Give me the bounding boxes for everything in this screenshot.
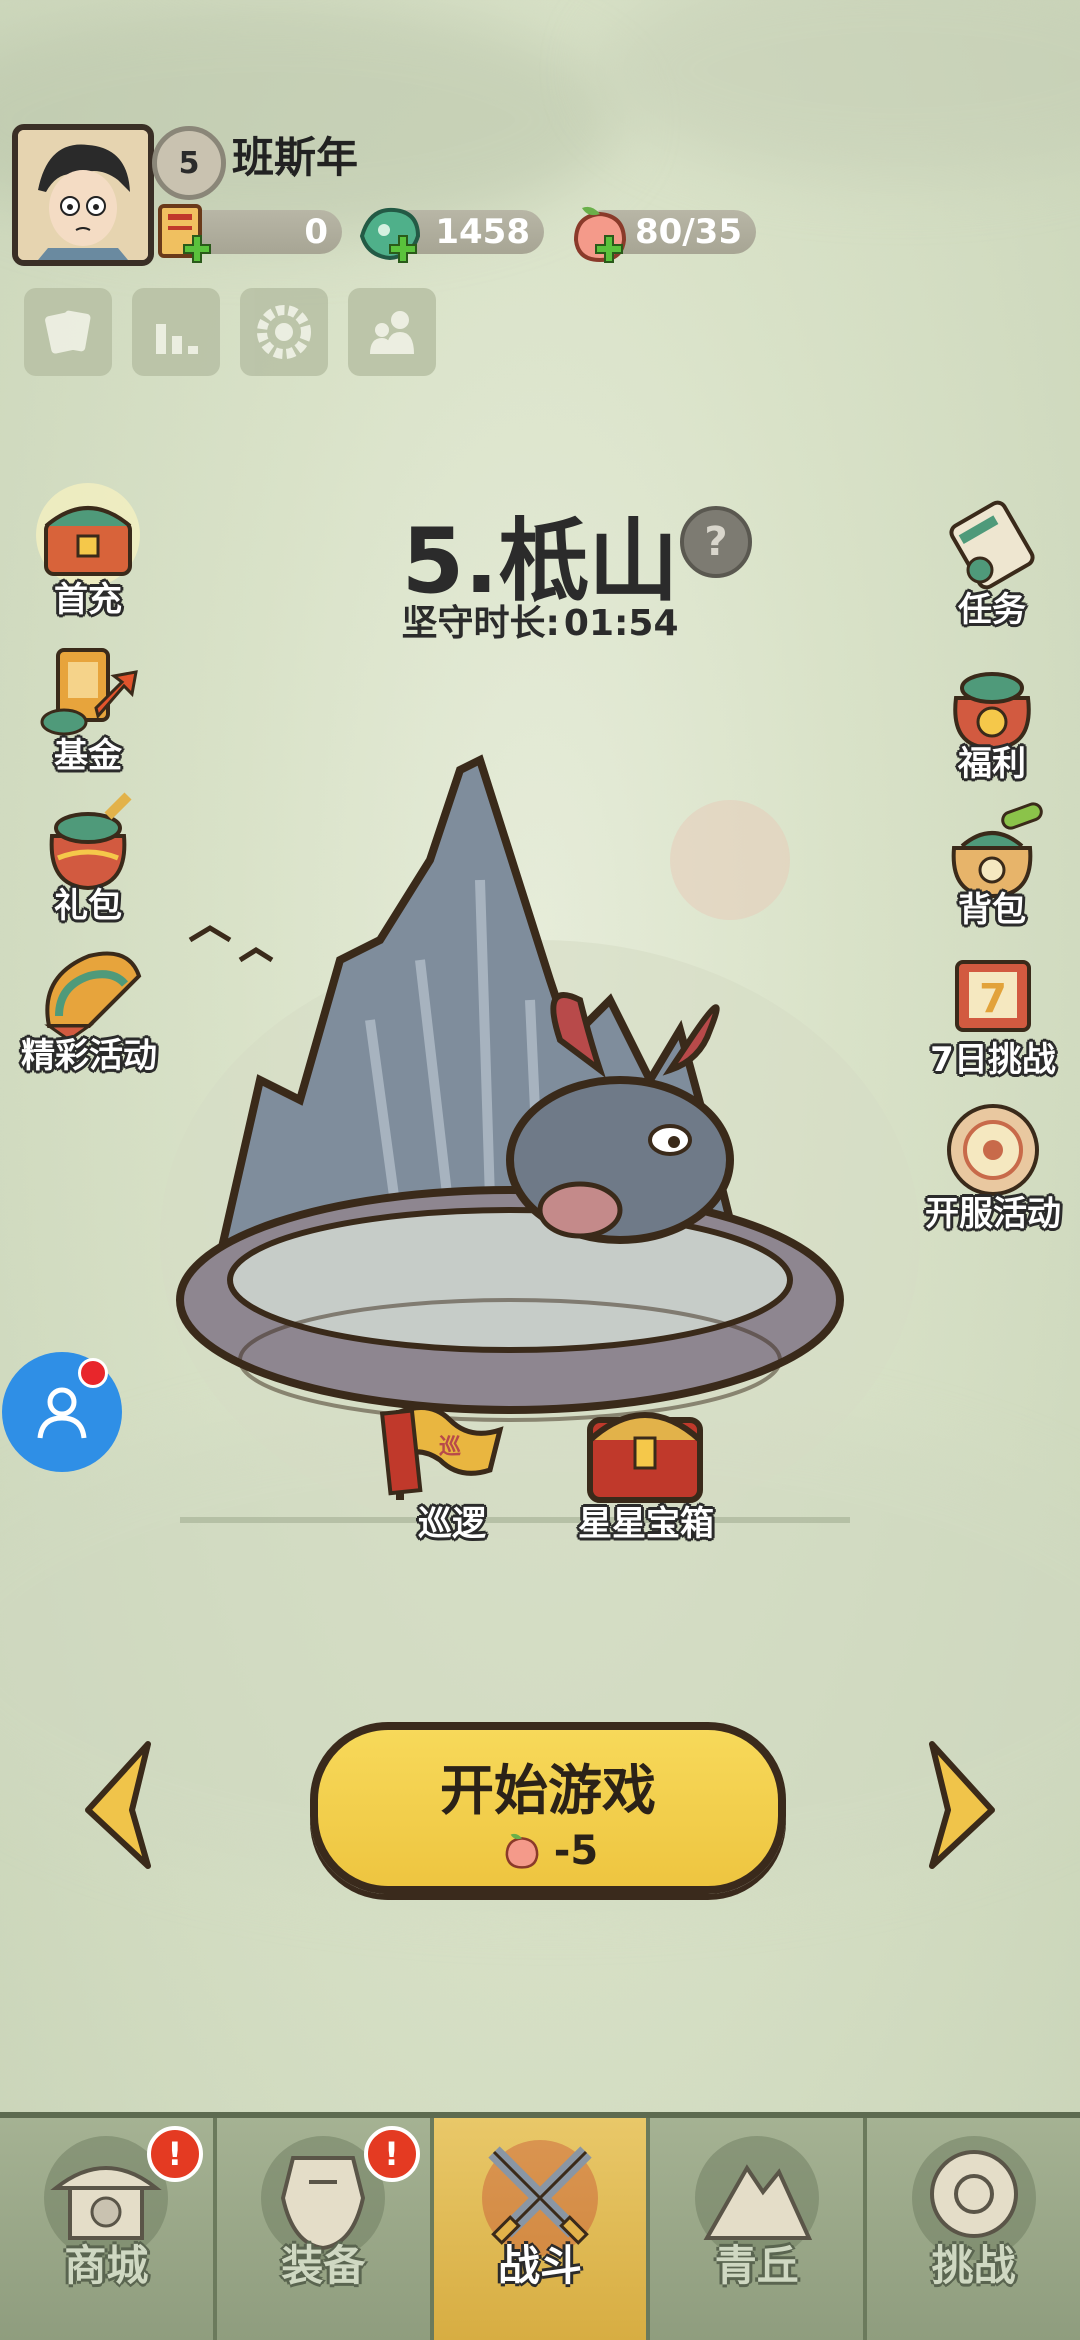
gift-label: 礼包 [54,886,122,926]
stage-help-button[interactable]: ? [680,506,752,578]
ranking-button[interactable] [132,288,220,376]
welfare-button[interactable]: 福利 [922,644,1062,785]
start-cost-value: -5 [553,1828,599,1874]
bag-button[interactable]: 背包 [922,790,1062,931]
settings-button[interactable] [240,288,328,376]
server-event-button[interactable]: 开服活动 [910,1094,1076,1235]
ticket-value: 0 [304,212,328,252]
peach-cost-icon [505,1833,539,1869]
start-cost: -5 [318,1827,778,1875]
nav-hills-label: 青丘 [714,2241,799,2290]
star-chest-icon [587,1412,703,1503]
shop-alert-badge: ! [146,2126,203,2182]
nav-hills[interactable]: 青丘 [650,2118,868,2340]
mist-top-right [600,0,1080,180]
nav-equip-label: 装备 [281,2241,366,2290]
timer-value: 01:54 [563,603,679,644]
patrol-label[interactable]: 巡逻 [418,1496,486,1545]
svg-text:7: 7 [979,976,1007,1022]
seven-day-challenge-button[interactable]: 7 7日挑战 [918,940,1068,1081]
start-game-button[interactable]: 开始游戏 -5 [310,1722,786,1894]
start-game-label: 开始游戏 [440,1759,656,1822]
next-stage-arrow-icon[interactable] [922,1740,1002,1870]
server-event-label: 开服活动 [925,1194,1061,1234]
stamina-value: 80/35 [634,212,742,252]
add-stamina-icon[interactable] [594,234,624,264]
nav-battle[interactable]: 战斗 [433,2118,651,2340]
user-icon [37,1387,87,1439]
help-icon: ? [704,519,728,565]
cards-button[interactable] [24,288,112,376]
cards-icon [45,310,91,354]
player-level-badge: 5 [152,126,226,200]
bag-label: 背包 [958,890,1026,930]
seven-day-challenge-label: 7日挑战 [930,1040,1056,1080]
player-level: 5 [178,145,200,181]
nav-shop[interactable]: 商城 ! [0,2118,217,2340]
jade-value: 1458 [435,212,530,252]
nav-shop-label: 商城 [64,2241,149,2290]
fund-label: 基金 [54,736,122,776]
equip-alert-badge: ! [363,2126,420,2182]
friends-button[interactable] [348,288,436,376]
timer-label: 坚守时长: [401,603,560,644]
stage-timer: 坚守时长: 01:54 [0,594,1080,646]
player-avatar[interactable] [12,124,154,266]
gear-icon [257,305,311,359]
add-tickets-icon[interactable] [182,234,212,264]
bird-icon [188,925,232,943]
svg-text:巡: 巡 [439,1435,461,1460]
support-button[interactable] [2,1352,122,1472]
events-button[interactable]: 精彩活动 [14,936,164,1077]
nav-equip[interactable]: 装备 ! [216,2118,434,2340]
nav-battle-label: 战斗 [497,2241,582,2290]
notification-dot [78,1358,108,1388]
events-label: 精彩活动 [21,1036,157,1076]
prev-stage-arrow-icon[interactable] [78,1740,158,1870]
nav-challenge-label: 挑战 [931,2241,1016,2290]
bottom-nav: 商城 ! 装备 ! 战斗 青丘 挑战 [0,2112,1080,2340]
friends-icon [370,311,414,354]
ranking-icon [156,324,198,354]
welfare-label: 福利 [958,744,1026,784]
fund-button[interactable]: 基金 [18,636,158,777]
stage-scene-illustration: 巡 [160,754,920,1540]
gift-button[interactable]: 礼包 [18,786,158,927]
star-chest-label[interactable]: 星星宝箱 [578,1496,714,1545]
add-jade-icon[interactable] [388,234,418,264]
nav-challenge[interactable]: 挑战 [867,2118,1080,2340]
player-name: 班斯年 [232,133,359,182]
